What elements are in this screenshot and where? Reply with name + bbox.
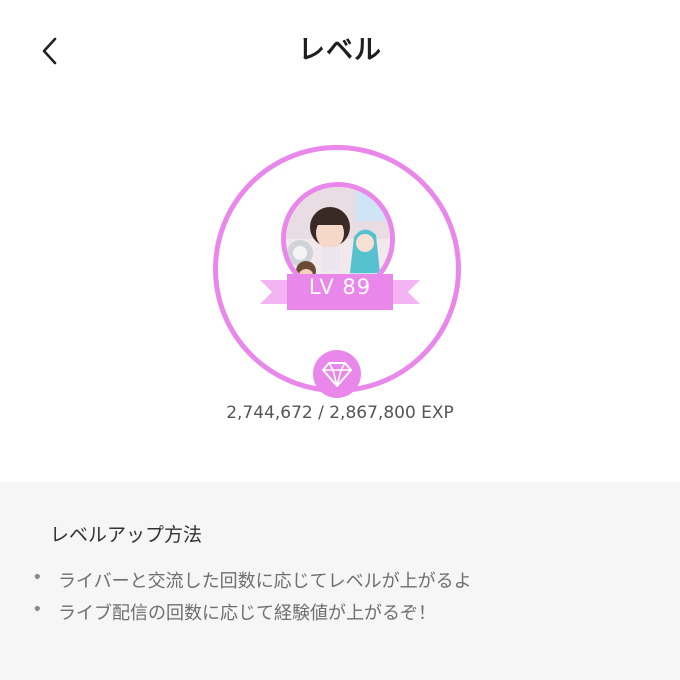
level-page: レベル LV 89 2,744,672 / 2,867,800 EXP レベルア…: [0, 0, 680, 680]
diamond-icon: [322, 362, 352, 387]
info-list: • ライバーと交流した回数に応じてレベルが上がるよ • ライブ配信の回数に応じて…: [0, 567, 680, 631]
level-label: LV 89: [308, 275, 372, 299]
level-up-info-panel: レベルアップ方法 • ライバーと交流した回数に応じてレベルが上がるよ • ライブ…: [0, 482, 680, 680]
bullet-icon: •: [32, 599, 43, 620]
list-item-text: ライブ配信の回数に応じて経験値が上がるぞ！: [58, 603, 436, 624]
info-heading: レベルアップ方法: [50, 524, 203, 546]
bullet-icon: •: [32, 567, 43, 588]
gem-badge: [313, 350, 361, 398]
exp-progress-text: 2,744,672 / 2,867,800 EXP: [226, 403, 454, 423]
list-item: • ライバーと交流した回数に応じてレベルが上がるよ: [0, 567, 680, 599]
page-title: レベル: [298, 35, 382, 66]
list-item: • ライブ配信の回数に応じて経験値が上がるぞ！: [0, 599, 680, 631]
list-item-text: ライバーと交流した回数に応じてレベルが上がるよ: [58, 571, 472, 592]
header: レベル: [0, 0, 680, 100]
